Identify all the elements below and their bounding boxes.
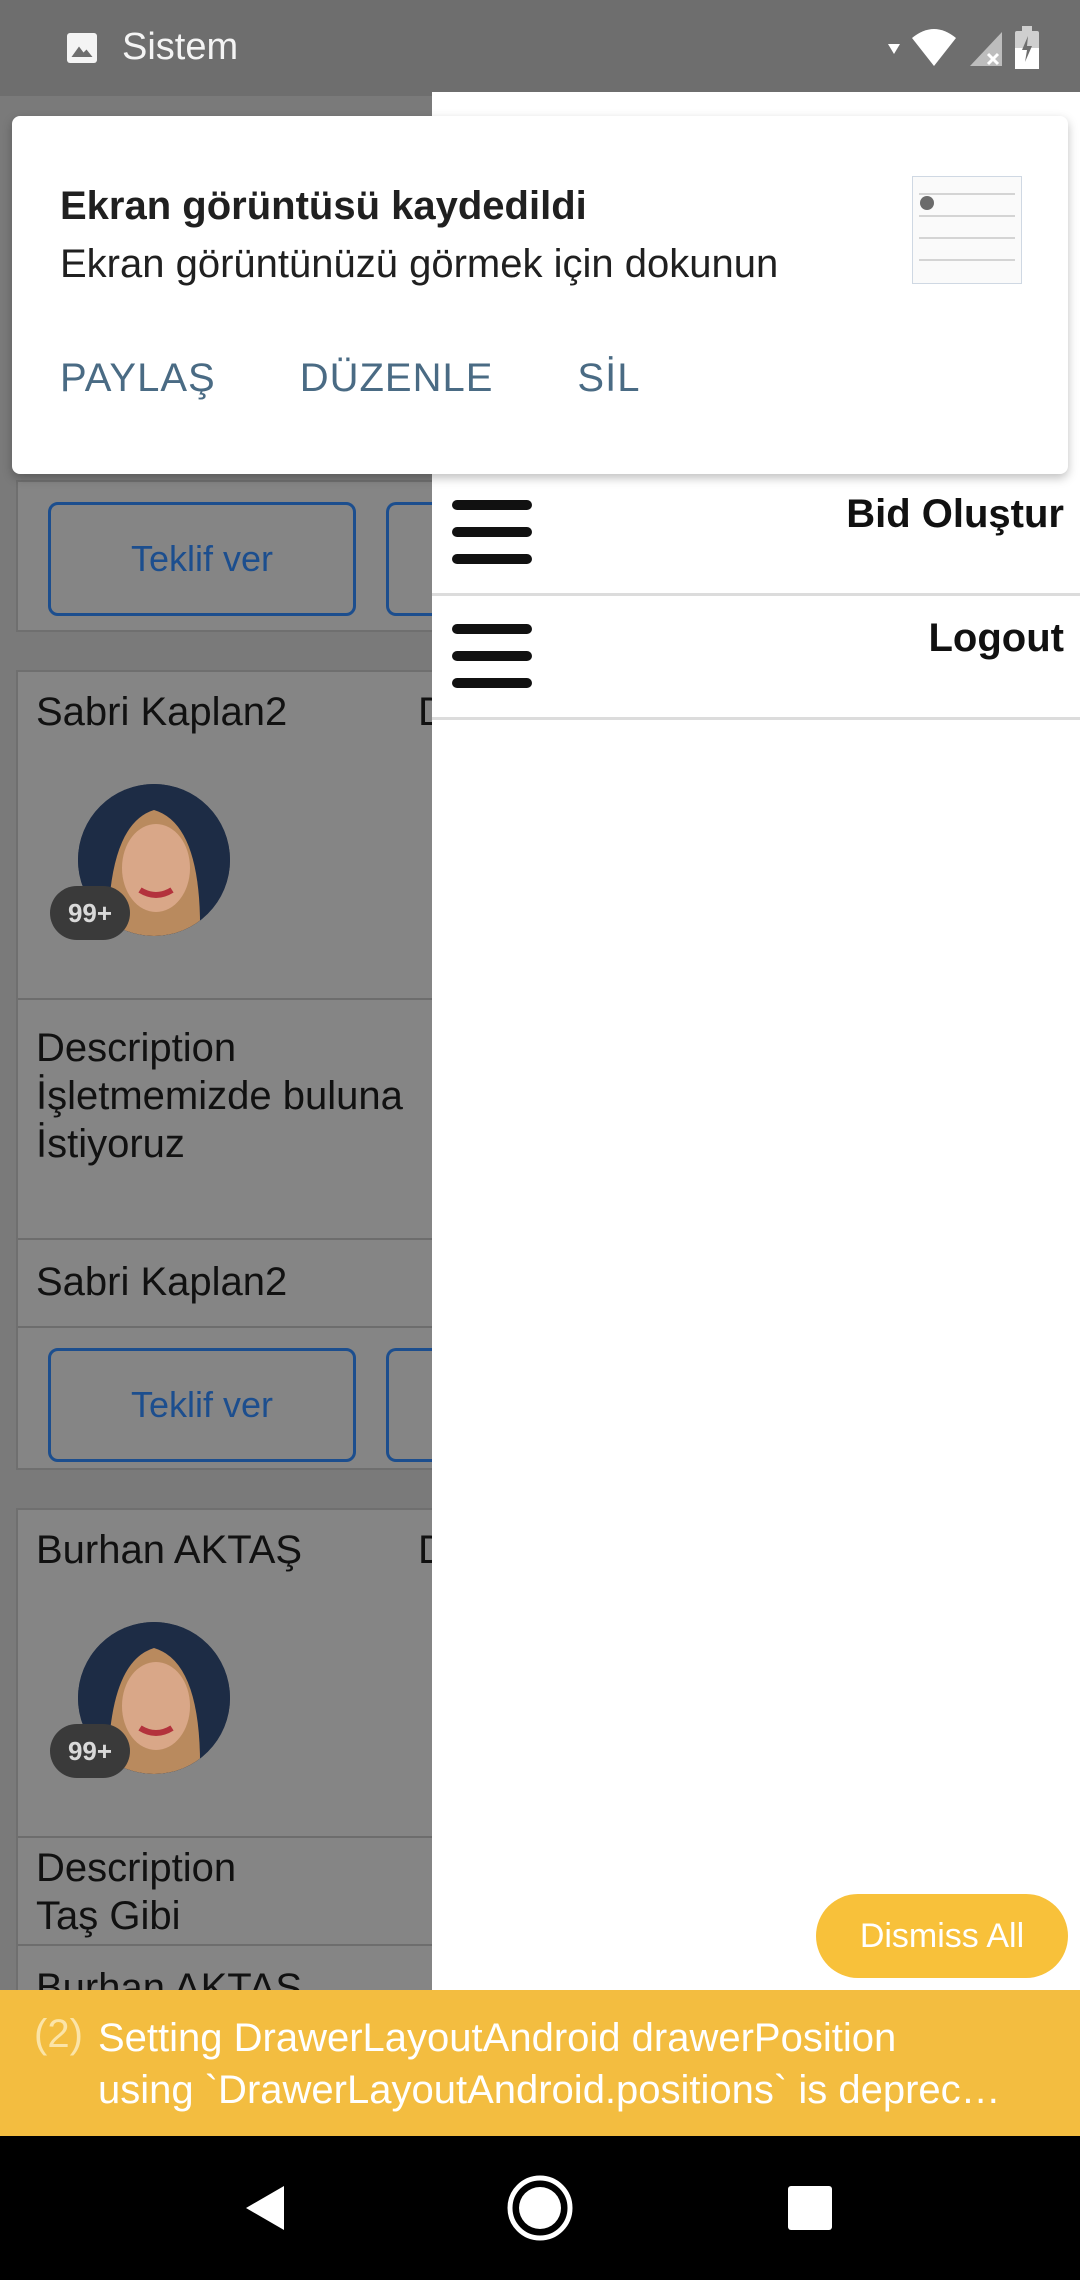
home-icon[interactable] bbox=[506, 2174, 574, 2242]
warning-banner[interactable]: (2) Setting DrawerLayoutAndroid drawerPo… bbox=[0, 1990, 1080, 2136]
screenshot-notification[interactable]: Ekran görüntüsü kaydedildi Ekran görüntü… bbox=[12, 116, 1068, 474]
image-icon bbox=[67, 33, 97, 63]
owner-name: Sabri Kaplan2 bbox=[36, 1260, 288, 1304]
secondary-button[interactable] bbox=[386, 1348, 432, 1462]
delete-button[interactable]: SİL bbox=[577, 356, 640, 401]
list-item: Teklif ver bbox=[16, 480, 432, 632]
card-date: D bbox=[418, 1528, 432, 1573]
share-button[interactable]: PAYLAŞ bbox=[60, 356, 216, 401]
drawer-item-bid-create[interactable]: Bid Oluştur bbox=[432, 472, 1080, 596]
badge: 99+ bbox=[50, 886, 130, 940]
screenshot-thumbnail[interactable] bbox=[912, 176, 1022, 284]
card-name: Burhan AKTAŞ bbox=[36, 1528, 303, 1572]
card-owner: Sabri Kaplan2 bbox=[18, 1240, 432, 1328]
status-bar-label: Sistem bbox=[122, 26, 239, 68]
status-icons bbox=[886, 24, 1040, 72]
data-arrow-icon bbox=[888, 44, 900, 54]
dismiss-all-button[interactable]: Dismiss All bbox=[816, 1894, 1068, 1978]
menu-icon bbox=[452, 500, 532, 568]
badge: 99+ bbox=[50, 1724, 130, 1778]
description-text: Description Taş Gibi bbox=[36, 1846, 237, 1938]
drawer-item-label: Bid Oluştur bbox=[846, 492, 1064, 536]
card-name: Sabri Kaplan2 bbox=[36, 690, 288, 734]
secondary-button[interactable] bbox=[386, 502, 432, 616]
description-text: Description İşletmemizde buluna İstiyoru… bbox=[36, 1026, 403, 1166]
notification-text: Ekran görüntünüzü görmek için dokunun bbox=[60, 242, 779, 286]
drawer-item-logout[interactable]: Logout bbox=[432, 596, 1080, 720]
battery-icon bbox=[1015, 26, 1039, 69]
recents-icon[interactable] bbox=[776, 2174, 844, 2242]
drawer-item-label: Logout bbox=[928, 616, 1065, 660]
card-date: D bbox=[418, 690, 432, 735]
notification-title: Ekran görüntüsü kaydedildi bbox=[60, 184, 587, 228]
menu-icon bbox=[452, 624, 532, 692]
warning-count: (2) bbox=[34, 2012, 83, 2056]
card-header: Burhan AKTAŞ D 99+ bbox=[18, 1510, 432, 1838]
card-description: Description Taş Gibi bbox=[18, 1838, 432, 1946]
warning-message: Setting DrawerLayoutAndroid drawerPositi… bbox=[98, 2016, 1001, 2112]
list-item: Sabri Kaplan2 D 99+ Description İşletmem… bbox=[16, 670, 432, 1470]
notification-actions: PAYLAŞ DÜZENLE SİL bbox=[60, 356, 640, 401]
bid-button[interactable]: Teklif ver bbox=[48, 502, 356, 616]
navigation-bar bbox=[0, 2136, 1080, 2280]
signal-icon bbox=[970, 32, 1002, 66]
status-bar: Sistem bbox=[0, 0, 1080, 96]
wifi-icon bbox=[912, 29, 956, 66]
card-header: Sabri Kaplan2 D 99+ bbox=[18, 672, 432, 1000]
card-description: Description İşletmemizde buluna İstiyoru… bbox=[18, 1000, 432, 1240]
edit-button[interactable]: DÜZENLE bbox=[300, 356, 494, 401]
back-icon[interactable] bbox=[232, 2174, 300, 2242]
bid-button[interactable]: Teklif ver bbox=[48, 1348, 356, 1462]
